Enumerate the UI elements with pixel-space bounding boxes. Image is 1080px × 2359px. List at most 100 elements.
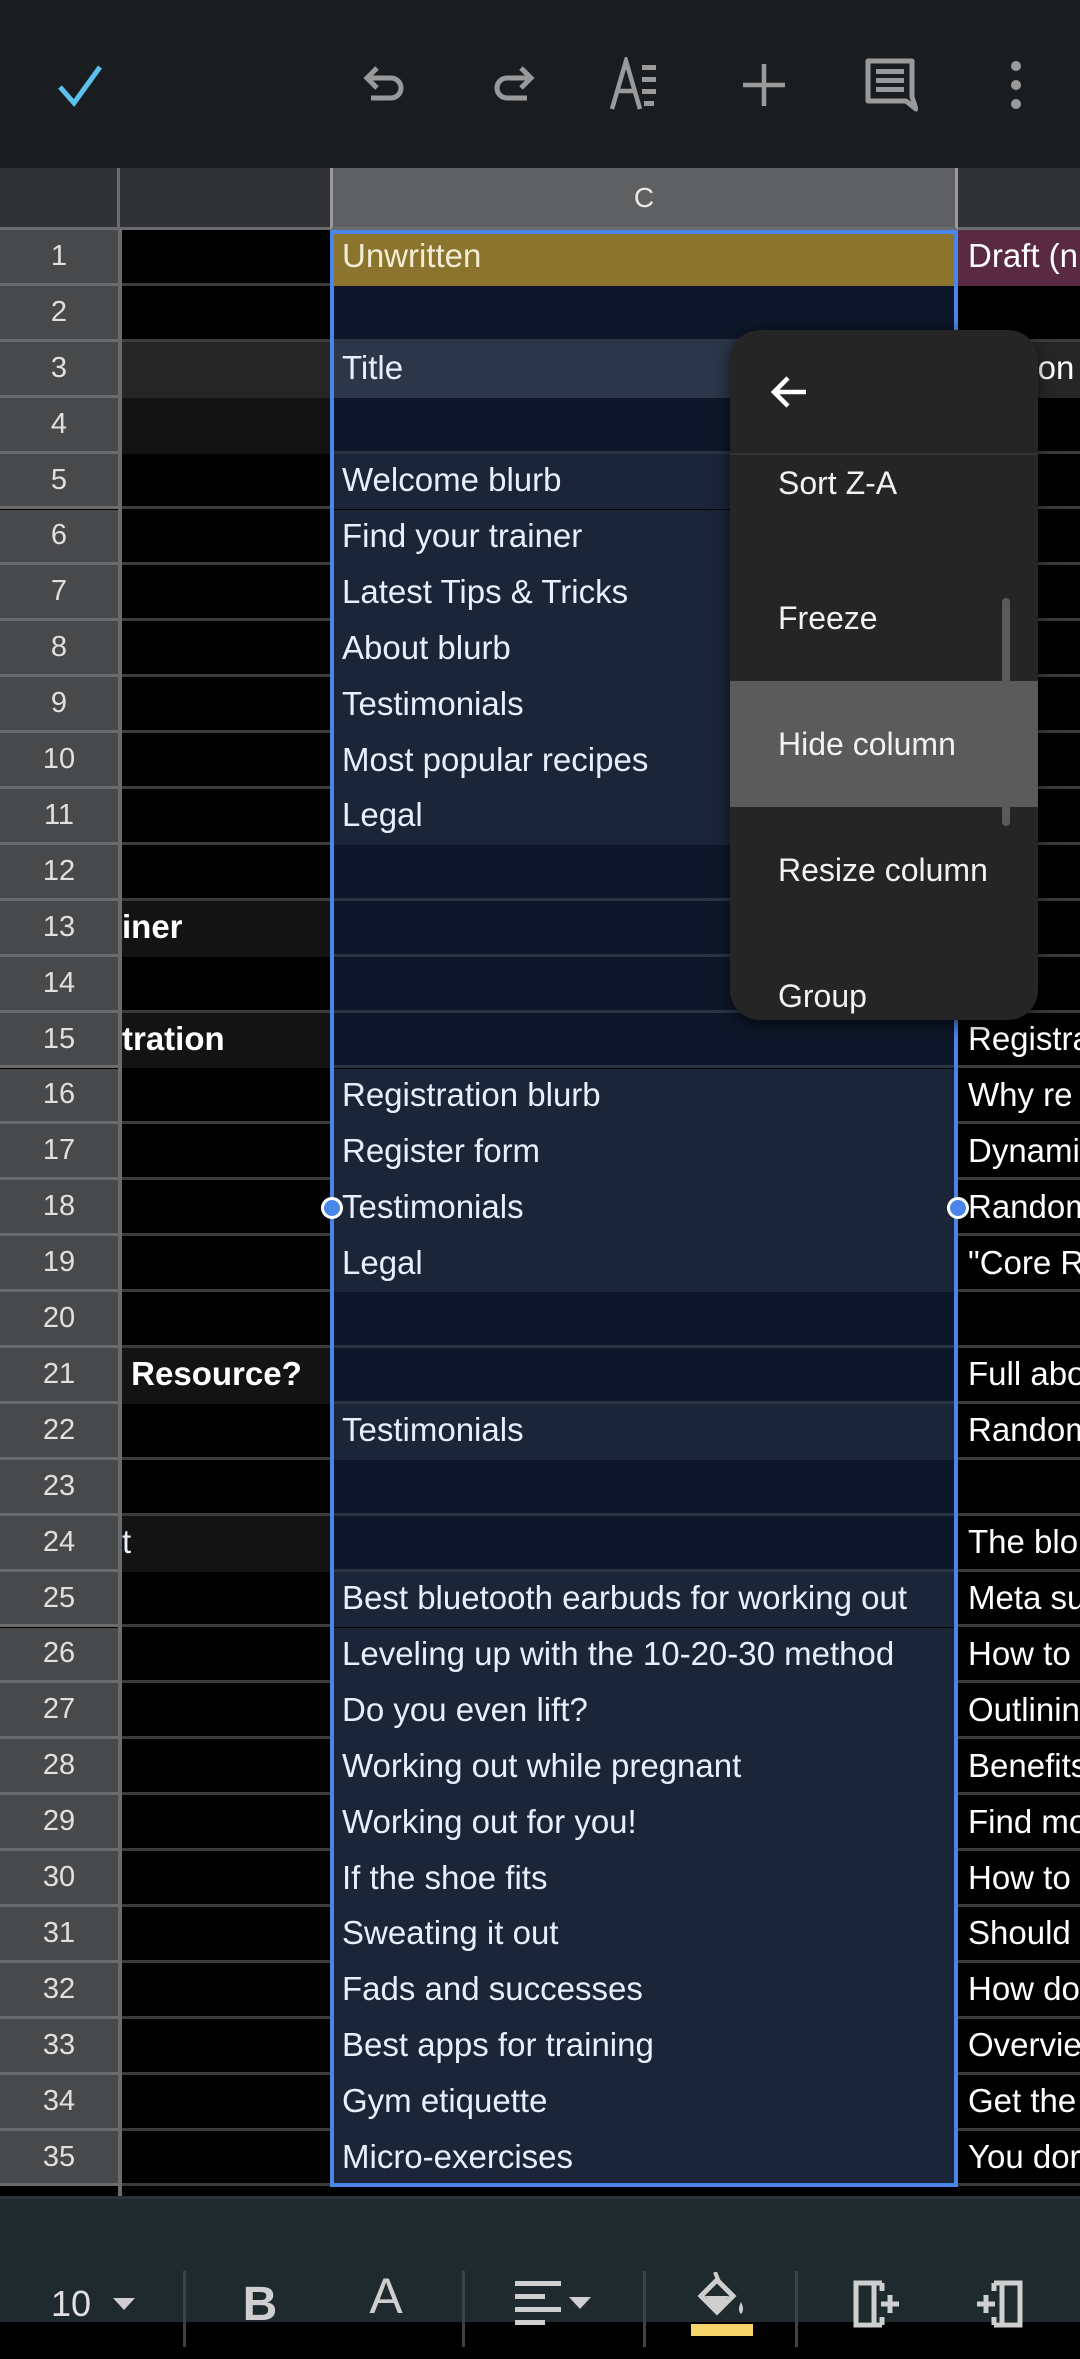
row-header[interactable]: 9 — [0, 677, 118, 734]
cell-b[interactable] — [122, 1907, 330, 1963]
cell-c[interactable]: Registration blurb — [333, 1068, 955, 1125]
cell-b[interactable] — [122, 565, 330, 622]
cell-b[interactable] — [122, 1739, 330, 1796]
cell-b[interactable] — [122, 509, 330, 566]
row-header[interactable]: 6 — [0, 509, 118, 566]
cell-b[interactable] — [122, 2018, 330, 2075]
cell-b[interactable] — [122, 1962, 330, 2019]
menu-item-resize-column[interactable]: Resize column — [730, 807, 1038, 933]
column-header-b[interactable] — [120, 168, 330, 230]
row-header[interactable]: 12 — [0, 844, 118, 901]
column-header-c[interactable]: C — [330, 168, 958, 230]
cell-d[interactable]: Meta su — [958, 1571, 1080, 1628]
row-header[interactable]: 26 — [0, 1627, 118, 1684]
undo-icon[interactable] — [346, 40, 426, 130]
menu-item-sort-z-a[interactable]: Sort Z-A — [730, 455, 1038, 555]
cell-c[interactable]: Best bluetooth earbuds for working out — [333, 1571, 955, 1628]
cell-c[interactable]: Working out while pregnant — [333, 1739, 955, 1796]
insert-column-right-button[interactable] — [958, 2249, 1038, 2359]
cell-c[interactable]: Testimonials — [333, 1180, 955, 1237]
cell-c[interactable]: Gym etiquette — [333, 2074, 955, 2131]
cell-b[interactable]: t — [122, 1515, 330, 1572]
row-header[interactable]: 20 — [0, 1292, 118, 1348]
cell-c[interactable]: Testimonials — [333, 1403, 955, 1460]
row-header[interactable]: 30 — [0, 1851, 118, 1907]
cell-d[interactable]: Draft (n — [958, 230, 1080, 286]
row-header[interactable]: 18 — [0, 1180, 118, 1237]
text-format-icon[interactable] — [598, 40, 678, 130]
cell-b[interactable] — [122, 733, 330, 789]
cell-d[interactable]: Full abo — [958, 1348, 1080, 1404]
cell-c[interactable]: Unwritten — [333, 230, 955, 286]
cell-b[interactable] — [122, 1795, 330, 1852]
row-header[interactable]: 32 — [0, 1962, 118, 2019]
insert-column-left-button[interactable] — [838, 2249, 918, 2359]
row-header[interactable]: 34 — [0, 2074, 118, 2131]
row-header[interactable]: 5 — [0, 453, 118, 510]
cell-c[interactable]: Best apps for training — [333, 2018, 955, 2075]
cell-d[interactable]: Outlinin — [958, 1683, 1080, 1740]
check-icon[interactable] — [40, 40, 120, 130]
row-header[interactable]: 14 — [0, 956, 118, 1013]
menu-back-button[interactable] — [730, 330, 1038, 455]
row-header[interactable]: 2 — [0, 285, 118, 342]
row-header[interactable]: 7 — [0, 565, 118, 622]
row-header[interactable]: 29 — [0, 1795, 118, 1852]
row-header[interactable]: 13 — [0, 900, 118, 957]
cell-c[interactable]: Register form — [333, 1124, 955, 1181]
cell-b[interactable] — [122, 1180, 330, 1237]
cell-c[interactable]: Fads and successes — [333, 1962, 955, 2019]
row-header[interactable]: 35 — [0, 2130, 118, 2187]
cell-d[interactable]: "Core R — [958, 1236, 1080, 1293]
cell-b[interactable] — [122, 844, 330, 901]
cell-c[interactable] — [333, 1292, 955, 1348]
row-header[interactable]: 24 — [0, 1515, 118, 1572]
row-header[interactable]: 25 — [0, 1571, 118, 1628]
cell-b[interactable] — [122, 397, 330, 454]
cell-d[interactable]: Dynami — [958, 1124, 1080, 1181]
more-vert-icon[interactable] — [976, 40, 1056, 130]
text-color-button[interactable]: A — [346, 2249, 426, 2359]
cell-b[interactable] — [122, 677, 330, 734]
cell-d[interactable] — [958, 1459, 1080, 1516]
cell-c[interactable]: Legal — [333, 1236, 955, 1293]
cell-d[interactable]: How to — [958, 1851, 1080, 1907]
cell-b[interactable] — [122, 2130, 330, 2187]
cell-b[interactable] — [122, 621, 330, 678]
row-header[interactable]: 16 — [0, 1068, 118, 1125]
redo-icon[interactable] — [472, 40, 552, 130]
cell-d[interactable]: Find mo — [958, 1795, 1080, 1852]
cell-c[interactable]: Leveling up with the 10-20-30 method — [333, 1627, 955, 1684]
cell-d[interactable]: How do — [958, 1962, 1080, 2019]
cell-d[interactable]: Benefits — [958, 1739, 1080, 1796]
cell-d[interactable]: Get the — [958, 2074, 1080, 2131]
cell-c[interactable] — [333, 1515, 955, 1572]
menu-scrollbar[interactable] — [1002, 598, 1010, 826]
menu-item-hide-column[interactable]: Hide column — [730, 681, 1038, 807]
cell-d[interactable]: Overviev — [958, 2018, 1080, 2075]
row-header[interactable]: 23 — [0, 1459, 118, 1516]
bold-button[interactable]: B — [220, 2249, 300, 2359]
row-header[interactable]: 19 — [0, 1236, 118, 1293]
insert-icon[interactable] — [724, 40, 804, 130]
cell-d[interactable] — [958, 1292, 1080, 1348]
comment-icon[interactable] — [850, 40, 930, 130]
cell-b[interactable] — [122, 1292, 330, 1348]
cell-c[interactable]: Sweating it out — [333, 1907, 955, 1963]
row-header[interactable]: 28 — [0, 1739, 118, 1796]
menu-item-freeze[interactable]: Freeze — [730, 555, 1038, 681]
row-header[interactable]: 15 — [0, 1012, 118, 1069]
row-header[interactable]: 1 — [0, 230, 118, 286]
cell-b[interactable] — [122, 230, 330, 286]
row-header[interactable]: 27 — [0, 1683, 118, 1740]
row-header[interactable]: 22 — [0, 1403, 118, 1460]
cell-b[interactable] — [122, 956, 330, 1013]
cell-d[interactable]: Why re — [958, 1068, 1080, 1125]
cell-c[interactable] — [333, 1348, 955, 1404]
cell-d[interactable]: Registra — [958, 1012, 1080, 1069]
row-header[interactable]: 11 — [0, 789, 118, 845]
cell-b[interactable] — [122, 1403, 330, 1460]
cell-b[interactable] — [122, 1068, 330, 1125]
cell-c[interactable] — [333, 1459, 955, 1516]
cell-b[interactable] — [122, 341, 330, 398]
